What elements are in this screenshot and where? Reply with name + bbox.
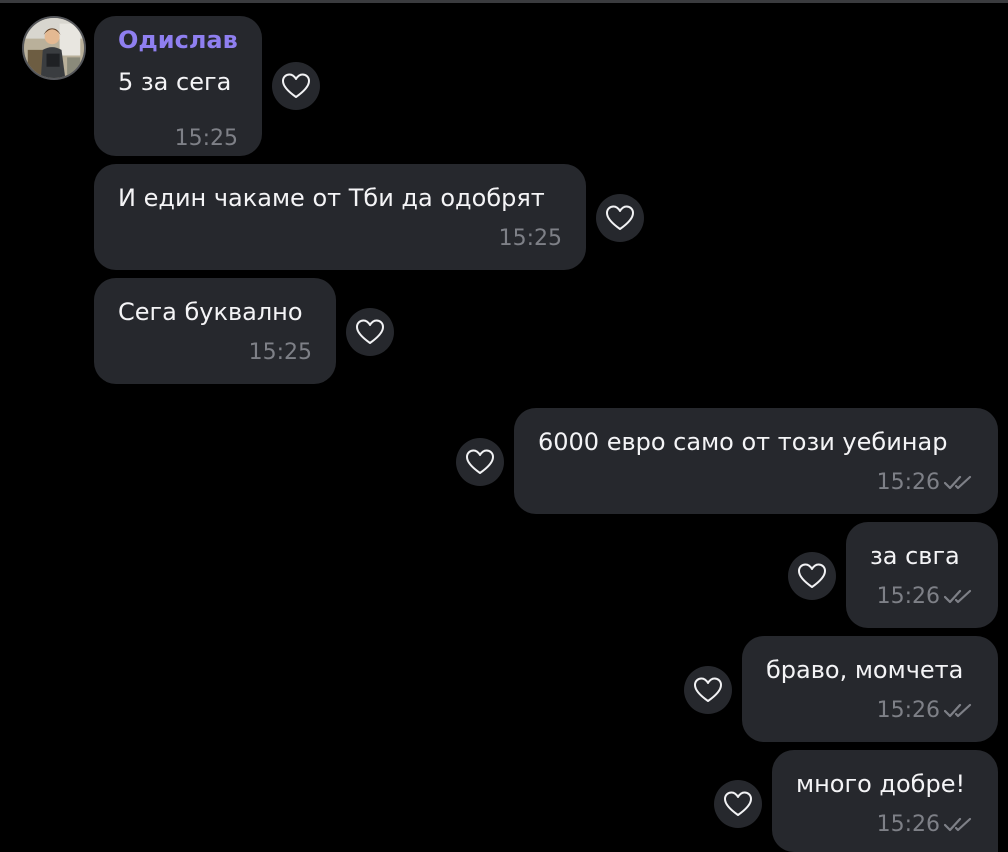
heart-outline-icon — [356, 319, 384, 344]
message-time: 15:26 — [876, 470, 940, 495]
message-text: много добре! — [796, 770, 966, 798]
message-text: браво, момчета — [766, 656, 964, 684]
message-bubble-incoming[interactable]: И един чакаме от Тби да одобрят 15:25 — [94, 164, 586, 270]
message-text: И един чакаме от Тби да одобрят — [118, 184, 545, 212]
message-time: 15:26 — [876, 812, 940, 837]
message-bubble-outgoing[interactable]: 6000 евро само от този уебинар 15:26 — [514, 408, 998, 514]
message-bubble-outgoing[interactable]: за свга 15:26 — [846, 522, 998, 628]
message-time: 15:25 — [174, 126, 238, 151]
message-time: 15:26 — [876, 584, 940, 609]
heart-outline-icon — [724, 791, 752, 816]
message-text: за свга — [870, 542, 960, 570]
message-time: 15:26 — [876, 698, 940, 723]
double-check-icon — [944, 474, 976, 492]
react-button[interactable] — [596, 194, 644, 242]
react-button[interactable] — [684, 666, 732, 714]
double-check-icon — [944, 702, 976, 720]
heart-outline-icon — [606, 205, 634, 230]
heart-outline-icon — [282, 73, 310, 98]
message-bubble-incoming[interactable]: Одислав 5 за сега 15:25 — [94, 16, 262, 156]
message-text: Сега буквално — [118, 298, 303, 326]
double-check-icon — [944, 588, 976, 606]
react-button[interactable] — [714, 780, 762, 828]
react-button[interactable] — [272, 62, 320, 110]
heart-outline-icon — [466, 449, 494, 474]
double-check-icon — [944, 816, 976, 834]
message-time: 15:25 — [498, 226, 562, 251]
chat-message-list[interactable]: Одислав 5 за сега 15:25 И един чакаме от… — [0, 0, 1008, 852]
react-button[interactable] — [456, 438, 504, 486]
message-bubble-incoming[interactable]: Сега буквално 15:25 — [94, 278, 336, 384]
react-button[interactable] — [346, 308, 394, 356]
react-button[interactable] — [788, 552, 836, 600]
heart-outline-icon — [798, 563, 826, 588]
sender-avatar[interactable] — [22, 16, 86, 80]
message-time: 15:25 — [248, 340, 312, 365]
user-avatar-icon — [24, 18, 84, 78]
message-bubble-outgoing[interactable]: много добре! 15:26 — [772, 750, 998, 852]
heart-outline-icon — [694, 677, 722, 702]
message-text: 5 за сега — [118, 68, 232, 96]
message-text: 6000 евро само от този уебинар — [538, 428, 948, 456]
sender-name[interactable]: Одислав — [118, 26, 238, 54]
message-bubble-outgoing[interactable]: браво, момчета 15:26 — [742, 636, 998, 742]
